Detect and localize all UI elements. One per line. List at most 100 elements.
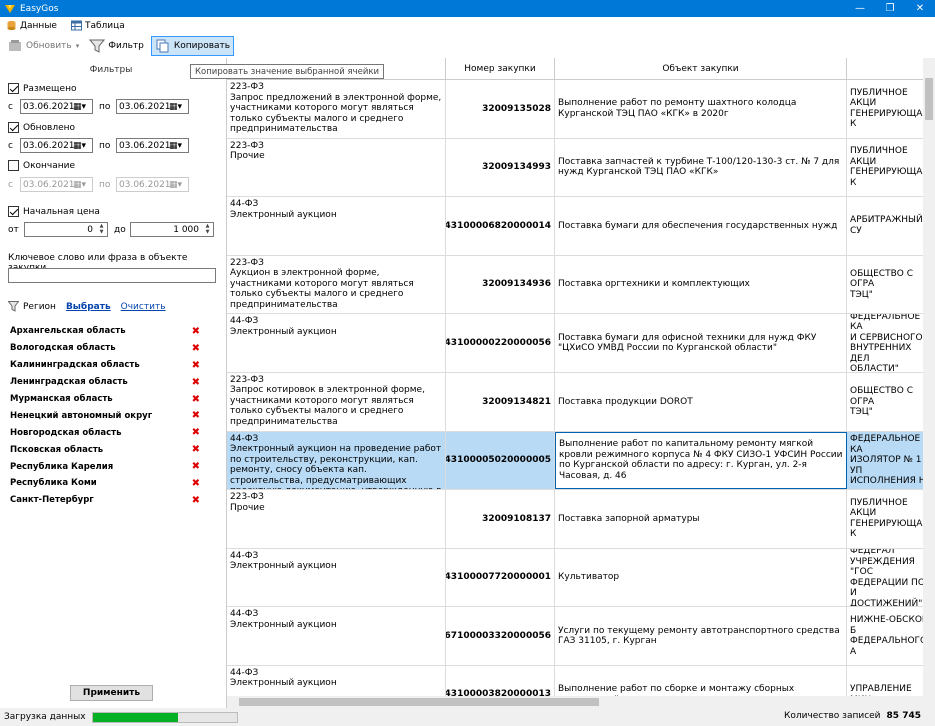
cell-type[interactable]: 223-ФЗ Прочие: [227, 138, 446, 197]
updated-checkbox[interactable]: [8, 122, 19, 133]
cell-customer[interactable]: ПУБЛИЧНОЕ АКЦИ ГЕНЕРИРУЮЩАЯ К: [847, 139, 935, 197]
posted-to-date[interactable]: 03.06.2021 ▦▾: [116, 99, 189, 114]
minimize-button[interactable]: —: [845, 0, 875, 17]
cell-customer[interactable]: ПУБЛИЧНОЕ АКЦИ ГЕНЕРИРУЮЩАЯ К: [847, 80, 935, 138]
cell-object[interactable]: Услуги по текущему ремонту автотранспорт…: [555, 607, 847, 665]
cell-number[interactable]: 32009134936: [446, 255, 555, 314]
table-row[interactable]: 223-ФЗ Запрос предложений в электронной …: [227, 80, 935, 139]
vertical-scrollbar[interactable]: [923, 58, 935, 708]
posted-filter[interactable]: Размещено: [8, 83, 76, 94]
spinner-icon[interactable]: ▲ ▼: [203, 223, 212, 235]
price-checkbox[interactable]: [8, 206, 19, 217]
cell-type[interactable]: 44-ФЗ Электронный аукцион: [227, 197, 446, 255]
cell-customer[interactable]: ОБЩЕСТВО С ОГРА ТЭЦ": [847, 373, 935, 431]
cell-customer[interactable]: ФЕДЕРАЛЬНОЕ КА ИЗОЛЯТОР № 1 УП ИСПОЛНЕНИ…: [847, 431, 935, 490]
table-row[interactable]: 44-ФЗ Электронный аукцион 034310000772000…: [227, 548, 935, 608]
cell-type[interactable]: 44-ФЗ Электронный аукцион на проведение …: [227, 431, 446, 490]
table-row[interactable]: 223-ФЗ Прочие 32009108137 Поставка запорно…: [227, 490, 935, 549]
horizontal-scrollbar[interactable]: [227, 696, 935, 708]
clear-regions-link[interactable]: Очистить: [121, 302, 166, 312]
calendar-icon[interactable]: ▦▾: [73, 141, 90, 151]
remove-icon[interactable]: ✖: [192, 360, 200, 371]
cell-customer[interactable]: ПУБЛИЧНОЕ АКЦИ ГЕНЕРИРУЮЩАЯ К: [847, 490, 935, 548]
cell-object[interactable]: Поставка оргтехники и комплектующих: [555, 255, 847, 314]
price-filter[interactable]: Начальная цена: [8, 206, 100, 217]
column-header-object[interactable]: Объект закупки: [555, 58, 847, 80]
cell-customer[interactable]: ОБЩЕСТВО С ОГРА ТЭЦ": [847, 256, 935, 314]
posted-checkbox[interactable]: [8, 83, 19, 94]
remove-icon[interactable]: ✖: [192, 377, 200, 388]
remove-icon[interactable]: ✖: [192, 343, 200, 354]
cell-number[interactable]: 32009134993: [446, 138, 555, 197]
maximize-button[interactable]: ❐: [875, 0, 905, 17]
posted-from-date[interactable]: 03.06.2021 ▦▾: [20, 99, 93, 114]
cell-object[interactable]: Поставка запорной арматуры: [555, 490, 847, 548]
updated-filter[interactable]: Обновлено: [8, 122, 75, 133]
cell-object[interactable]: Выполнение работ по ремонту шахтного кол…: [555, 80, 847, 138]
cell-type[interactable]: 223-ФЗ Аукцион в электронной форме, учас…: [227, 255, 446, 314]
remove-icon[interactable]: ✖: [192, 495, 200, 506]
cell-type[interactable]: 44-ФЗ Электронный аукцион: [227, 548, 446, 607]
table-row[interactable]: 223-ФЗ Прочие 32009134993 Поставка запчаст…: [227, 138, 935, 198]
spinner-icon[interactable]: ▲ ▼: [97, 223, 106, 235]
table-row[interactable]: 223-ФЗ Аукцион в электронной форме, учас…: [227, 255, 935, 315]
cell-object[interactable]: Поставка запчастей к турбине Т-100/120-1…: [555, 138, 847, 197]
apply-button[interactable]: Применить: [70, 685, 153, 701]
cell-number[interactable]: 0843100000220000056: [446, 314, 555, 372]
cell-customer[interactable]: НИЖНЕ-ОБСКОЕ Б ФЕДЕРАЛЬНОГО А: [847, 607, 935, 665]
select-regions-link[interactable]: Выбрать: [66, 302, 111, 312]
cell-type[interactable]: 223-ФЗ Запрос предложений в электронной …: [227, 80, 446, 138]
refresh-button[interactable]: Обновить ▾: [4, 36, 82, 56]
cell-customer[interactable]: АРБИТРАЖНЫЙ СУ: [847, 197, 935, 255]
price-to-input[interactable]: 1 000 ▲ ▼: [130, 222, 214, 237]
cell-number[interactable]: 0343100005020000005: [446, 431, 555, 490]
cell-customer[interactable]: ФИЛИАЛ ФЕДЕРАЛ УЧРЕЖДЕНИЯ "ГОС ФЕДЕРАЦИИ…: [847, 549, 935, 607]
calendar-icon[interactable]: ▦▾: [169, 102, 186, 112]
table-row[interactable]: 223-ФЗ Запрос котировок в электронной фо…: [227, 372, 935, 432]
cell-type[interactable]: 44-ФЗ Электронный аукцион: [227, 314, 446, 372]
cell-type[interactable]: 44-ФЗ Электронный аукцион: [227, 607, 446, 665]
cell-number[interactable]: 32009135028: [446, 80, 555, 138]
table-row[interactable]: 44-ФЗ Электронный аукцион 084310000022000…: [227, 314, 935, 373]
remove-icon[interactable]: ✖: [192, 461, 200, 472]
copy-button[interactable]: Копировать: [150, 35, 235, 56]
cell-number[interactable]: 0143100006820000014: [446, 197, 555, 255]
ending-checkbox[interactable]: [8, 160, 19, 171]
menu-table[interactable]: Таблица: [70, 20, 125, 31]
cell-object[interactable]: Поставка бумаги для обеспечения государс…: [555, 197, 847, 255]
cell-object[interactable]: Выполнение работ по капитальному ремонту…: [555, 431, 847, 490]
ending-filter[interactable]: Окончание: [8, 160, 75, 171]
cell-number[interactable]: 32009134821: [446, 372, 555, 431]
column-header-customer[interactable]: [847, 58, 935, 80]
close-button[interactable]: ✕: [905, 0, 935, 17]
cell-customer[interactable]: ФЕДЕРАЛЬНОЕ КА И СЕРВИСНОГО О ВНУТРЕННИХ…: [847, 314, 935, 372]
remove-icon[interactable]: ✖: [192, 444, 200, 455]
table-row[interactable]: 44-ФЗ Электронный аукцион на проведение …: [227, 431, 935, 491]
calendar-icon[interactable]: ▦▾: [73, 102, 90, 112]
scroll-thumb[interactable]: [925, 78, 933, 120]
updated-from-date[interactable]: 03.06.2021 ▦▾: [20, 138, 93, 153]
cell-object[interactable]: Культиватор: [555, 548, 847, 607]
remove-icon[interactable]: ✖: [192, 326, 200, 337]
cell-object[interactable]: Поставка бумаги для офисной техники для …: [555, 314, 847, 372]
cell-type[interactable]: 223-ФЗ Запрос котировок в электронной фо…: [227, 372, 446, 431]
price-from-input[interactable]: 0 ▲ ▼: [24, 222, 108, 237]
column-header-number[interactable]: Номер закупки: [446, 58, 555, 80]
updated-to-date[interactable]: 03.06.2021 ▦▾: [116, 138, 189, 153]
cell-object[interactable]: Поставка продукции DOROT: [555, 372, 847, 431]
remove-icon[interactable]: ✖: [192, 427, 200, 438]
keyword-input[interactable]: [8, 268, 216, 283]
remove-icon[interactable]: ✖: [192, 478, 200, 489]
cell-type[interactable]: 223-ФЗ Прочие: [227, 490, 446, 548]
cell-number[interactable]: 0343100007720000001: [446, 548, 555, 607]
remove-icon[interactable]: ✖: [192, 410, 200, 421]
calendar-icon[interactable]: ▦▾: [169, 141, 186, 151]
scroll-thumb[interactable]: [239, 698, 599, 706]
cell-number[interactable]: 0367100003320000056: [446, 607, 555, 665]
table-row[interactable]: 44-ФЗ Электронный аукцион 036710000332000…: [227, 607, 935, 666]
menu-data[interactable]: Данные: [6, 20, 57, 31]
cell-number[interactable]: 32009108137: [446, 490, 555, 548]
procurement-grid[interactable]: Номер закупки Объект закупки 223-ФЗ Запр…: [226, 58, 935, 708]
remove-icon[interactable]: ✖: [192, 394, 200, 405]
table-row[interactable]: 44-ФЗ Электронный аукцион 014310000682000…: [227, 197, 935, 256]
